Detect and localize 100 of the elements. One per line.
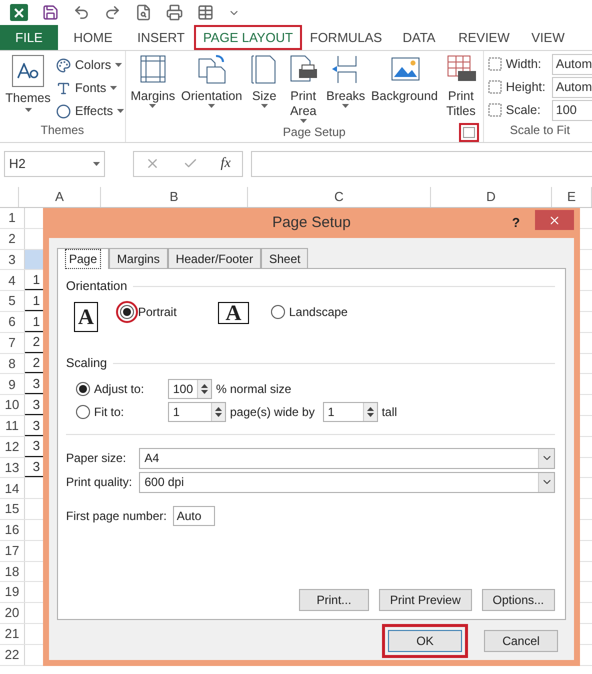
row-header[interactable]: 11 xyxy=(0,416,25,436)
ribbon-tab[interactable]: DATA xyxy=(390,25,448,50)
row-header[interactable]: 7 xyxy=(0,332,25,353)
dropdown-field[interactable]: A4 xyxy=(139,448,555,468)
row-header[interactable]: 17 xyxy=(0,540,25,561)
field-label: Height: xyxy=(506,78,546,96)
radio-button[interactable] xyxy=(76,382,90,396)
row-header[interactable]: 2 xyxy=(0,228,25,249)
row-header[interactable]: 4 xyxy=(0,270,25,290)
theme-option-button[interactable]: Colors xyxy=(56,55,124,75)
number-spinner[interactable]: 100 xyxy=(168,378,212,398)
group-title: Scale to Fit xyxy=(508,122,571,139)
row-header[interactable]: 20 xyxy=(0,603,25,623)
row-header[interactable]: 15 xyxy=(0,499,25,519)
field-label: First page number: xyxy=(66,508,167,524)
dialog-tab[interactable]: Page xyxy=(57,248,110,269)
ribbon-tab[interactable]: PAGE LAYOUT xyxy=(194,25,302,50)
dialog-action-button[interactable]: Options... xyxy=(482,589,555,611)
palette-icon xyxy=(56,58,71,72)
ribbon-tab[interactable]: REVIEW xyxy=(448,25,520,50)
spin-arrows-icon xyxy=(366,406,374,418)
spin-arrows-icon xyxy=(201,382,208,394)
name-box[interactable]: H2 xyxy=(4,150,105,176)
dropdown-field[interactable]: 600 dpi xyxy=(139,472,555,492)
insert-function-button[interactable]: fx xyxy=(220,153,231,174)
dialog-tab[interactable]: Header/Footer xyxy=(168,248,262,268)
row-header[interactable]: 5 xyxy=(0,291,25,311)
ribbon-tab[interactable]: FORMULAS xyxy=(302,25,390,50)
themes-button[interactable]: Themes xyxy=(4,55,52,121)
caret-icon xyxy=(93,162,100,166)
ribbon-command-button[interactable]: Orientation xyxy=(180,53,244,108)
column-header[interactable]: B xyxy=(101,187,248,207)
ribbon-command-button[interactable]: Print Titles xyxy=(442,53,479,119)
dialog-tab[interactable]: Sheet xyxy=(261,248,308,268)
scale-field[interactable]: Autom xyxy=(552,54,592,74)
help-button[interactable]: ? xyxy=(512,213,520,232)
dialog-tab[interactable]: Margins xyxy=(109,248,168,268)
radio-button[interactable] xyxy=(271,304,285,319)
radio-label: Portrait xyxy=(138,304,177,321)
ribbon-tab[interactable]: INSERT xyxy=(128,25,194,50)
group-title: Page Setup xyxy=(282,124,347,141)
redo-icon[interactable] xyxy=(104,4,121,21)
spin-arrows-icon xyxy=(215,406,222,418)
row-header[interactable]: 16 xyxy=(0,520,25,540)
field-suffix: page(s) wide by xyxy=(230,404,315,420)
row-header[interactable]: 12 xyxy=(0,436,25,457)
dialog-action-button[interactable]: Print Preview xyxy=(378,589,472,611)
ribbon-command-button[interactable]: Margins xyxy=(130,53,176,108)
undo-icon[interactable] xyxy=(73,4,90,21)
column-header[interactable]: D xyxy=(431,187,552,207)
formula-input[interactable] xyxy=(251,150,592,176)
dialog-footer-button[interactable]: Cancel xyxy=(484,630,558,652)
save-icon[interactable] xyxy=(42,4,59,21)
circle-icon xyxy=(56,104,71,118)
field-suffix: tall xyxy=(382,404,398,420)
row-header[interactable]: 9 xyxy=(0,374,25,394)
theme-option-button[interactable]: Fonts xyxy=(56,78,124,98)
ribbon-command-button[interactable]: Print Area xyxy=(285,53,322,123)
row-header[interactable]: 6 xyxy=(0,312,25,332)
row-header[interactable]: 18 xyxy=(0,562,25,582)
number-spinner[interactable]: 1 xyxy=(322,402,378,422)
print-preview-icon[interactable] xyxy=(135,4,152,21)
group-title: Themes xyxy=(40,122,85,139)
caret-icon xyxy=(116,109,124,113)
ribbon-command-icon xyxy=(196,53,228,85)
themes-icon xyxy=(12,55,44,87)
app-logo-icon xyxy=(10,4,28,21)
printer-icon[interactable] xyxy=(166,4,183,21)
close-button[interactable] xyxy=(535,210,574,230)
row-header[interactable]: 22 xyxy=(0,644,25,665)
theme-option-button[interactable]: Effects xyxy=(56,101,124,121)
close-icon xyxy=(548,214,561,226)
scale-field[interactable]: Autom xyxy=(552,76,592,98)
column-header[interactable]: C xyxy=(248,187,431,207)
row-header[interactable]: 10 xyxy=(0,395,25,415)
table-icon[interactable] xyxy=(197,4,214,21)
dialog-footer-button[interactable]: OK xyxy=(388,630,462,652)
number-spinner[interactable]: 1 xyxy=(168,402,226,422)
caret-icon xyxy=(24,108,32,112)
caret-icon xyxy=(110,86,118,90)
scale-field[interactable]: 100 xyxy=(552,100,592,120)
radio-button[interactable] xyxy=(76,404,90,418)
row-header[interactable]: 1 xyxy=(0,208,25,228)
row-header[interactable]: 21 xyxy=(0,624,25,644)
caret-icon xyxy=(260,104,268,108)
ribbon-command-button[interactable]: Breaks xyxy=(325,53,366,108)
dialog-action-button[interactable]: Print... xyxy=(298,589,369,611)
ribbon-tab[interactable]: FILE xyxy=(0,25,58,50)
ribbon-command-button[interactable]: Background xyxy=(370,53,439,104)
column-header[interactable]: A xyxy=(19,187,101,207)
row-header[interactable]: 13 xyxy=(0,458,25,478)
row-header[interactable]: 19 xyxy=(0,582,25,602)
first-page-number-field[interactable]: Auto xyxy=(172,506,215,526)
row-header[interactable]: 8 xyxy=(0,354,25,374)
column-header[interactable]: E xyxy=(552,187,592,207)
ribbon-tab[interactable]: HOME xyxy=(58,25,128,50)
ribbon-tab[interactable]: VIEW xyxy=(520,25,576,50)
caret-icon xyxy=(115,63,122,67)
row-header[interactable]: 14 xyxy=(0,478,25,498)
ribbon-command-button[interactable]: Size xyxy=(247,53,282,108)
